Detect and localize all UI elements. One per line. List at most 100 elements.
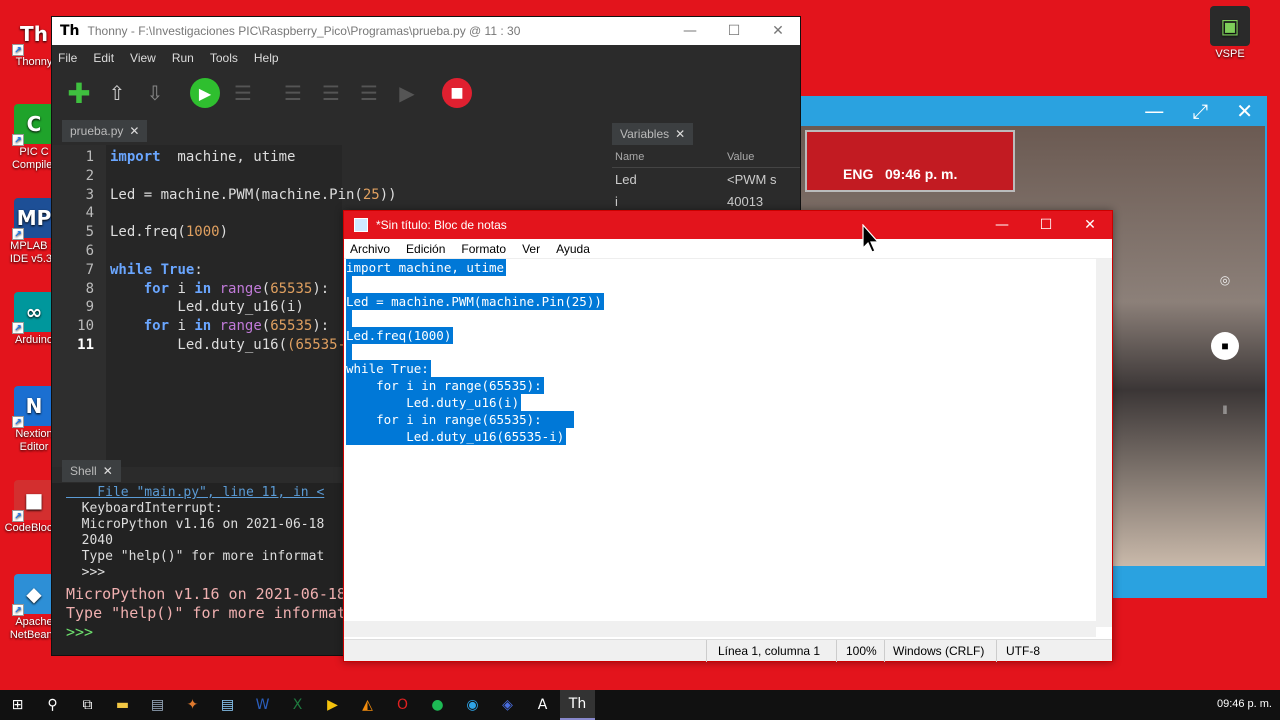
- menu-edicion[interactable]: Edición: [406, 242, 445, 256]
- step-into-icon[interactable]: ☰: [316, 78, 346, 108]
- taskbar-items: ⊞ ⚲ ⧉ ▬ ▤ ✦ ▤ W X ▶ ◭ O ● ◉ ◈ A Th: [0, 690, 595, 720]
- line-number: 5: [85, 224, 94, 241]
- open-file-icon[interactable]: ⇧: [102, 78, 132, 108]
- app-icon-a[interactable]: A: [525, 690, 560, 720]
- notepad-text-line: for i in range(65535):: [346, 411, 574, 429]
- notepad-text-line: Led.duty_u16(i): [346, 394, 522, 412]
- camera-record-button[interactable]: ■: [1211, 332, 1239, 360]
- code-line: 11 Led.duty_u16((65535-i: [52, 336, 354, 355]
- step-out-icon[interactable]: ☰: [354, 78, 384, 108]
- save-file-icon[interactable]: ⇩: [140, 78, 170, 108]
- variable-row[interactable]: i 40013: [612, 190, 800, 212]
- code-editor[interactable]: 1 import machine, utime 2 3 Led = machine.PW…: [52, 145, 397, 467]
- menu-run[interactable]: Run: [172, 51, 194, 65]
- notepad-titlebar: *Sin título: Bloc de notas — ☐ ✕: [344, 211, 1112, 239]
- desktop-icon-vspe[interactable]: ▣ VSPE: [1198, 6, 1262, 61]
- code-token: import: [110, 149, 161, 165]
- line-number: 7: [85, 261, 94, 278]
- thonny-taskbar-icon[interactable]: Th: [560, 690, 595, 720]
- shortcut-arrow-icon: ↗: [12, 44, 24, 56]
- close-tab-icon[interactable]: ✕: [675, 127, 685, 141]
- line-number: 11: [77, 337, 94, 353]
- menu-formato[interactable]: Formato: [461, 242, 506, 256]
- status-encoding: UTF-8: [1006, 644, 1040, 658]
- thonny-menubar: File Edit View Run Tools Help: [52, 45, 800, 71]
- close-tab-icon[interactable]: ✕: [129, 124, 139, 138]
- spotify-icon[interactable]: ●: [420, 690, 455, 720]
- menu-edit[interactable]: Edit: [93, 51, 114, 65]
- maximize-button[interactable]: ☐: [1024, 217, 1068, 233]
- line-number: 2: [85, 167, 94, 184]
- search-icon[interactable]: ⚲: [35, 690, 70, 720]
- notepad-window[interactable]: *Sin título: Bloc de notas — ☐ ✕ Archivo…: [343, 210, 1113, 662]
- menu-view[interactable]: View: [130, 51, 156, 65]
- opera-icon[interactable]: O: [385, 690, 420, 720]
- close-icon[interactable]: ✕: [1236, 99, 1253, 123]
- close-tab-icon[interactable]: ✕: [103, 464, 113, 478]
- app-icon-blue[interactable]: ◈: [490, 690, 525, 720]
- variables-header: Name Value: [612, 145, 800, 168]
- line-number: 8: [85, 280, 94, 297]
- horizontal-scrollbar[interactable]: [344, 621, 1096, 637]
- vertical-scrollbar[interactable]: [1096, 259, 1112, 627]
- shell-panel[interactable]: File "main.py", line 11, in < KeyboardIn…: [52, 483, 364, 655]
- camera-snapshot-icon[interactable]: ◎: [1211, 266, 1239, 294]
- notepad-statusbar: Línea 1, columna 1 100% Windows (CRLF) U…: [344, 639, 1112, 662]
- captured-time-label: 09:46 p. m.: [885, 166, 958, 182]
- desktop-app-icon: ■ ↗: [12, 480, 54, 522]
- run-icon[interactable]: ▶: [190, 78, 220, 108]
- menu-file[interactable]: File: [58, 51, 77, 65]
- start-button[interactable]: ⊞: [0, 690, 35, 720]
- minimize-button[interactable]: —: [980, 217, 1024, 233]
- camera-pause-icon[interactable]: ‖: [1211, 396, 1239, 424]
- menu-ver[interactable]: Ver: [522, 242, 540, 256]
- variables-panel: Variables ✕ Name Value Led <PWM s i 40013: [612, 121, 800, 221]
- tab-shell[interactable]: Shell ✕: [62, 460, 121, 482]
- menu-ayuda[interactable]: Ayuda: [556, 242, 590, 256]
- step-over-icon[interactable]: ☰: [278, 78, 308, 108]
- fullscreen-icon[interactable]: ⤢: [1192, 99, 1208, 123]
- resume-icon[interactable]: ▶: [392, 78, 422, 108]
- shortcut-arrow-icon: ↗: [12, 228, 24, 240]
- debug-icon[interactable]: ☰: [228, 78, 258, 108]
- word-icon[interactable]: W: [245, 690, 280, 720]
- vlc-icon[interactable]: ◭: [350, 690, 385, 720]
- tab-label: Variables: [620, 127, 670, 141]
- menu-help[interactable]: Help: [254, 51, 279, 65]
- shortcut-arrow-icon: ↗: [12, 134, 24, 146]
- code-token: Led = machine.PWM(machine.Pin(: [110, 186, 363, 203]
- notepad-text-area[interactable]: import machine, utime Led = machine.PWM(m…: [346, 259, 1098, 627]
- menu-archivo[interactable]: Archivo: [350, 242, 390, 256]
- edge-icon[interactable]: ◉: [455, 690, 490, 720]
- close-button[interactable]: ✕: [1068, 217, 1112, 233]
- taskbar-clock[interactable]: 09:46 p. m.: [1217, 698, 1272, 710]
- close-button[interactable]: ✕: [756, 23, 800, 39]
- tab-prueba[interactable]: prueba.py ✕: [62, 120, 148, 142]
- minimize-button[interactable]: —: [668, 23, 712, 39]
- stop-icon[interactable]: ■: [442, 78, 472, 108]
- code-line: 5 Led.freq(1000): [52, 223, 228, 242]
- maximize-button[interactable]: ☐: [712, 23, 756, 39]
- shell-line: File "main.py", line 11, in <: [66, 485, 325, 500]
- scanner-app-icon[interactable]: ▤: [140, 690, 175, 720]
- desktop-app-icon: MP ↗: [12, 198, 54, 240]
- code-token: ):: [312, 318, 330, 335]
- menu-tools[interactable]: Tools: [210, 51, 238, 65]
- excel-icon[interactable]: X: [280, 690, 315, 720]
- desktop-app-icon: Th ↗: [12, 14, 54, 56]
- desktop-icon-label: Nextion Editor: [15, 428, 53, 453]
- pickit-icon[interactable]: ✦: [175, 690, 210, 720]
- file-explorer-icon[interactable]: ▬: [105, 690, 140, 720]
- notepad-taskbar-icon[interactable]: ▤: [210, 690, 245, 720]
- variable-row[interactable]: Led <PWM s: [612, 168, 800, 190]
- task-view-icon[interactable]: ⧉: [70, 690, 105, 720]
- new-file-icon[interactable]: ✚: [64, 77, 94, 110]
- code-line: 2: [52, 167, 110, 186]
- minimize-icon[interactable]: —: [1144, 99, 1164, 123]
- tab-variables[interactable]: Variables ✕: [612, 123, 694, 145]
- media-player-icon[interactable]: ▶: [315, 690, 350, 720]
- shell-line: Type "help()" for more informat: [66, 549, 325, 564]
- line-number: 6: [85, 243, 94, 259]
- code-token: Led.duty_u16(: [110, 337, 288, 353]
- desktop-app-icon: ∞ ↗: [12, 292, 54, 334]
